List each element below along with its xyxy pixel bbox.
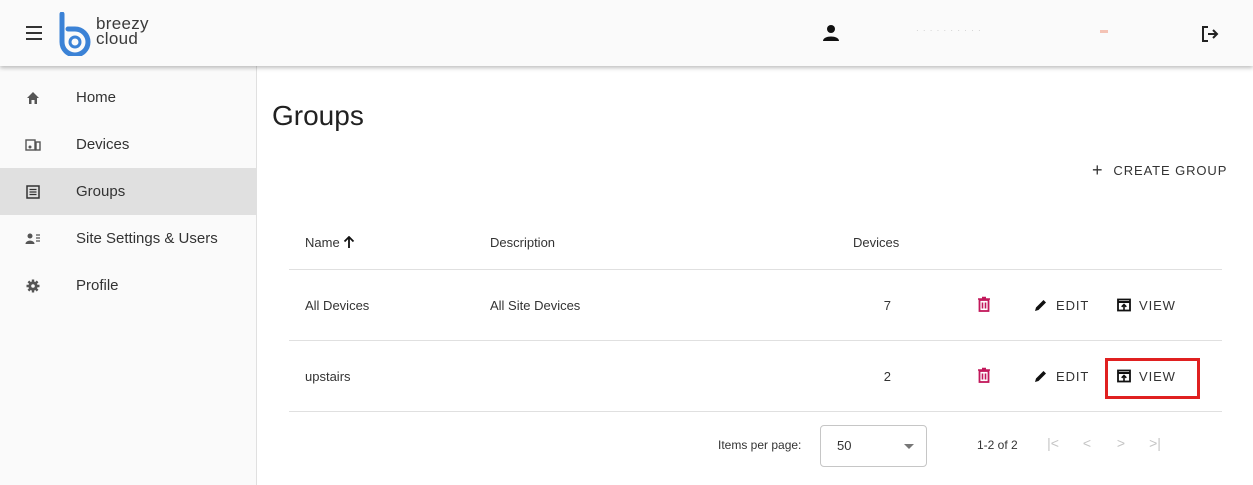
sidebar-item-site-settings-users[interactable]: Site Settings & Users: [0, 215, 256, 262]
table-row: upstairs 2 EDIT VIEW: [289, 341, 1222, 412]
logout-icon[interactable]: [1200, 24, 1220, 44]
column-header-devices: Devices: [853, 235, 900, 250]
first-page-button[interactable]: |<: [1042, 432, 1064, 454]
open-in-new-icon: [1117, 298, 1131, 312]
sort-ascending-icon: [343, 236, 354, 248]
column-header-name[interactable]: Name: [305, 235, 355, 250]
delete-icon[interactable]: [977, 367, 991, 383]
user-name: · · · · · · · · · ·: [916, 26, 982, 35]
items-per-page-label: Items per page:: [718, 438, 802, 452]
user-icon[interactable]: [822, 24, 840, 42]
last-page-button[interactable]: >|: [1144, 432, 1166, 454]
items-per-page-value: 50: [837, 438, 852, 453]
top-app-bar: breezy cloud · · · · · · · · · ·: [0, 0, 1253, 66]
pencil-icon: [1035, 371, 1046, 382]
column-header-description: Description: [490, 235, 556, 250]
brand-line-2: cloud: [96, 29, 139, 48]
edit-label: EDIT: [1056, 297, 1090, 313]
paginator: Items per page: 50 1-2 of 2 |< < > >|: [0, 421, 1253, 467]
table-header-row: Name Description Devices: [289, 215, 1222, 270]
group-name: All Devices: [305, 298, 370, 313]
group-device-count: 2: [883, 369, 891, 384]
view-button[interactable]: VIEW: [1117, 292, 1176, 318]
next-page-button[interactable]: >: [1110, 432, 1132, 454]
groups-icon: [25, 184, 41, 200]
page-title: Groups: [272, 100, 364, 131]
caret-down-icon: [904, 444, 914, 449]
sidebar-item-profile[interactable]: Profile: [0, 262, 256, 309]
user-site-mark: [1100, 30, 1108, 33]
sidebar-item-devices[interactable]: Devices: [0, 121, 256, 168]
sidebar-item-label: Groups: [76, 183, 126, 200]
devices-icon: [25, 137, 41, 153]
users-settings-icon: [25, 231, 41, 247]
create-group-button[interactable]: + CREATE GROUP: [1092, 158, 1227, 182]
edit-label: EDIT: [1056, 368, 1090, 384]
group-device-count: 7: [883, 298, 891, 313]
table-row: All Devices All Site Devices 7 EDIT VIEW: [289, 270, 1222, 341]
sidebar-item-label: Devices: [76, 136, 130, 153]
edit-button[interactable]: EDIT: [1034, 292, 1089, 318]
sidebar-item-home[interactable]: Home: [0, 74, 256, 121]
gear-icon: [25, 278, 41, 294]
sidebar-item-label: Site Settings & Users: [76, 230, 218, 247]
edit-button[interactable]: EDIT: [1034, 363, 1089, 389]
plus-icon: +: [1092, 160, 1104, 180]
page-range-label: 1-2 of 2: [977, 438, 1018, 452]
previous-page-button[interactable]: <: [1076, 432, 1098, 454]
group-name: upstairs: [305, 369, 351, 384]
group-description: All Site Devices: [490, 298, 581, 313]
sidebar-item-label: Home: [76, 89, 117, 106]
home-icon: [25, 90, 41, 106]
view-button-highlight: [1105, 358, 1200, 399]
menu-icon[interactable]: [26, 26, 42, 40]
delete-icon[interactable]: [977, 296, 991, 312]
pencil-icon: [1035, 300, 1046, 311]
items-per-page-select[interactable]: 50: [820, 425, 927, 467]
view-label: VIEW: [1139, 297, 1176, 313]
create-group-label: CREATE GROUP: [1113, 162, 1228, 178]
sidebar-item-label: Profile: [76, 277, 119, 294]
brand-text: breezy cloud: [96, 15, 149, 48]
sidebar-item-groups[interactable]: Groups: [0, 168, 256, 215]
column-header-name-label: Name: [305, 235, 340, 250]
